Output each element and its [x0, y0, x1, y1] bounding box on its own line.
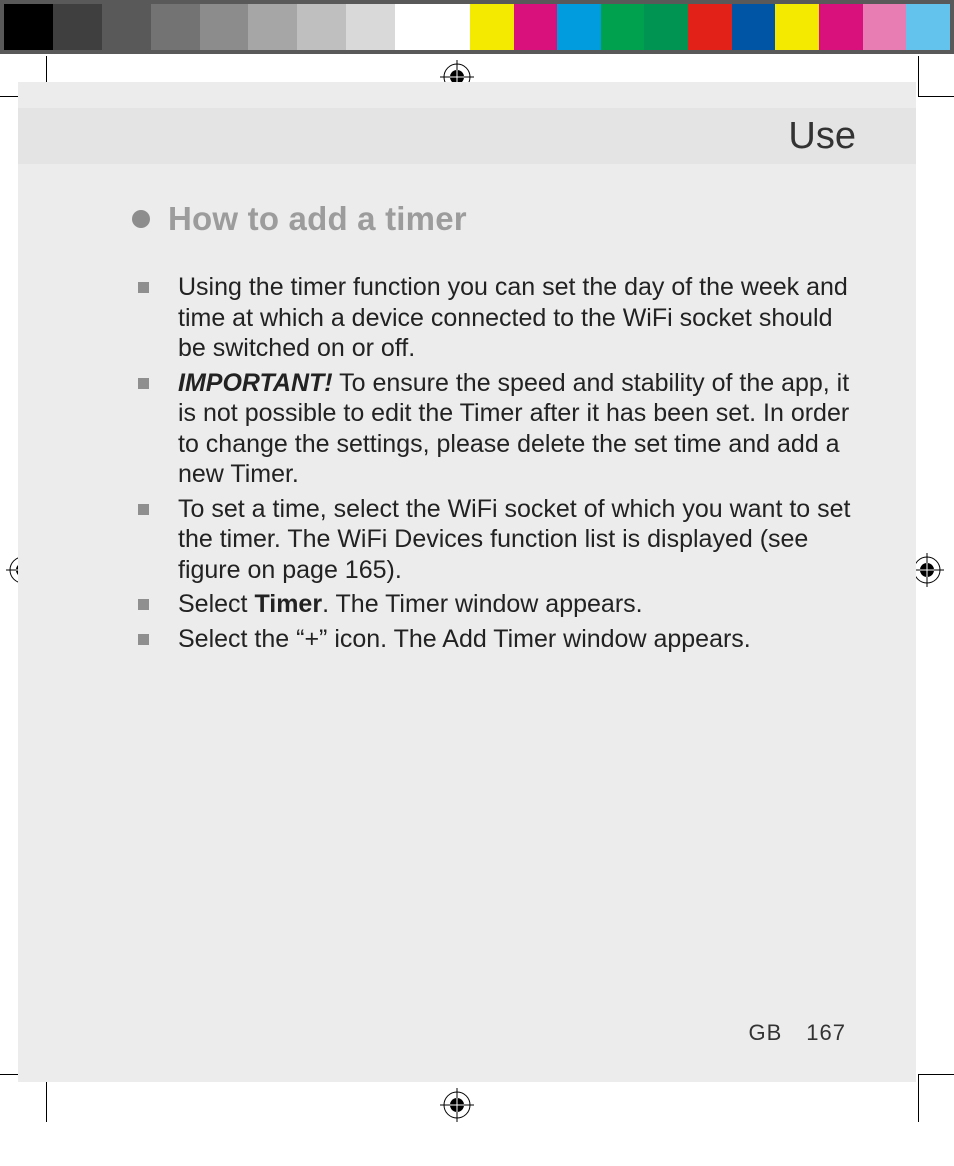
footer-page-number: 167	[806, 1020, 846, 1045]
list-item: Select the “+” icon. The Add Timer windo…	[132, 624, 856, 655]
color-swatch	[644, 4, 688, 50]
color-swatch	[557, 4, 601, 50]
color-swatch	[470, 4, 514, 50]
color-swatch	[688, 4, 732, 50]
color-swatch	[200, 4, 249, 50]
list-item: Select Timer. The Timer window appears.	[132, 589, 856, 620]
list-item-text: To set a time, select the WiFi socket of…	[178, 495, 851, 584]
color-swatch	[151, 4, 200, 50]
color-swatch	[819, 4, 863, 50]
color-swatch	[775, 4, 819, 50]
color-swatch	[395, 4, 444, 50]
page-sheet: Use How to add a timer Using the timer f…	[18, 82, 916, 1082]
timer-label: Timer	[254, 590, 322, 618]
important-label: IMPORTANT!	[178, 369, 333, 397]
color-swatch	[863, 4, 907, 50]
color-swatch	[906, 4, 950, 50]
color-swatch	[248, 4, 297, 50]
color-bar-gap	[444, 4, 470, 50]
color-swatch	[514, 4, 558, 50]
section-title-row: How to add a timer	[132, 200, 467, 238]
list-item-text: Select	[178, 590, 254, 618]
footer-language: GB	[748, 1020, 782, 1045]
color-swatch	[601, 4, 645, 50]
list-item: IMPORTANT! To ensure the speed and stabi…	[132, 368, 856, 490]
list-item-text: . The Timer window appears.	[322, 590, 643, 618]
section-header-title: Use	[788, 115, 856, 158]
crop-mark	[918, 1074, 919, 1122]
list-item: Using the timer function you can set the…	[132, 272, 856, 364]
list-item: To set a time, select the WiFi socket of…	[132, 494, 856, 586]
crop-mark	[918, 56, 919, 96]
registration-mark-icon	[440, 1088, 474, 1122]
printer-color-bar	[0, 0, 954, 54]
crop-mark	[918, 96, 954, 97]
list-item-text: Using the timer function you can set the…	[178, 273, 848, 362]
color-swatch	[4, 4, 53, 50]
content-area: Using the timer function you can set the…	[132, 272, 856, 658]
color-swatch	[346, 4, 395, 50]
crop-mark	[918, 1074, 954, 1075]
section-title: How to add a timer	[168, 200, 467, 238]
bullet-icon	[132, 210, 150, 228]
section-header: Use	[18, 108, 916, 164]
color-swatch	[102, 4, 151, 50]
page-footer: GB 167	[748, 1020, 846, 1046]
color-swatch	[732, 4, 776, 50]
color-swatch	[53, 4, 102, 50]
list-item-text: Select the “+” icon. The Add Timer windo…	[178, 625, 751, 653]
color-swatch	[297, 4, 346, 50]
